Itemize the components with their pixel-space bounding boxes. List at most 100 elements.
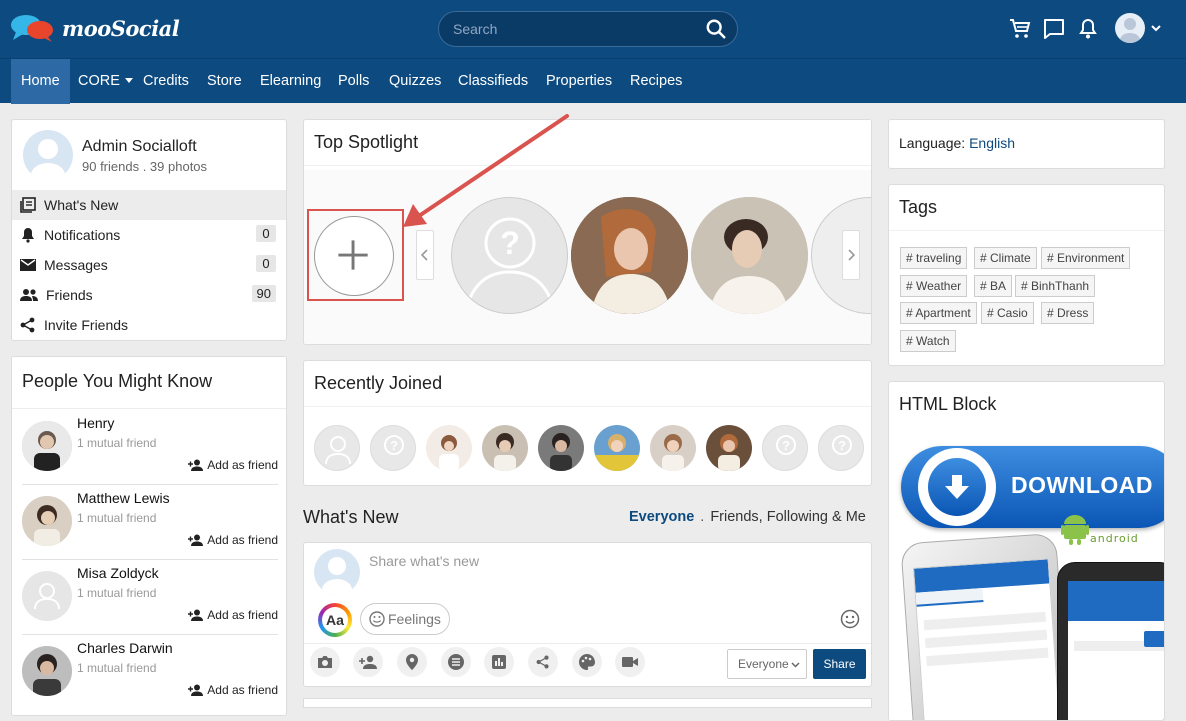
privacy-select[interactable]: Everyone (727, 649, 807, 679)
person-name[interactable]: Matthew Lewis (77, 490, 170, 506)
search-icon[interactable] (705, 18, 727, 40)
person-name[interactable]: Henry (77, 415, 114, 431)
logo[interactable]: mooSocial (10, 13, 180, 43)
camera-button[interactable] (310, 647, 340, 677)
avatar[interactable] (22, 421, 72, 471)
emoji-icon[interactable] (840, 609, 860, 629)
tag-item[interactable]: # Watch (900, 330, 956, 352)
message-icon[interactable] (1042, 17, 1066, 41)
member-avatar[interactable] (426, 425, 472, 471)
member-avatar[interactable]: ? (370, 425, 416, 471)
side-item-notifications[interactable]: Notifications 0 (12, 220, 286, 250)
user-silhouette-icon (1120, 18, 1140, 43)
mutual-friends: 1 mutual friend (77, 436, 157, 450)
avatar[interactable] (22, 646, 72, 696)
nav-elearning[interactable]: Elearning (260, 59, 321, 104)
cart-icon[interactable] (1008, 17, 1032, 41)
language-value[interactable]: English (969, 135, 1015, 151)
tag-item[interactable]: # Dress (1041, 302, 1095, 324)
nav-credits[interactable]: Credits (143, 59, 189, 104)
smiley-icon (369, 611, 385, 627)
nav-store[interactable]: Store (207, 59, 242, 104)
poll-button[interactable] (484, 647, 514, 677)
avatar[interactable] (22, 496, 72, 546)
tag-item[interactable]: # Environment (1041, 247, 1131, 269)
feelings-button[interactable]: Feelings (360, 603, 450, 635)
side-item-invite-friends[interactable]: Invite Friends (12, 310, 286, 340)
chevron-down-icon[interactable] (1150, 22, 1162, 34)
share-link-button[interactable] (528, 647, 558, 677)
download-banner[interactable]: DOWNLOAD (901, 446, 1164, 528)
people-you-might-know-card: People You Might Know Henry 1 mutual fri… (11, 356, 287, 716)
tag-item[interactable]: # Apartment (900, 302, 977, 324)
member-avatar[interactable]: ? (818, 425, 864, 471)
add-friend-button[interactable]: Add as friend (188, 683, 278, 697)
add-friend-button[interactable]: Add as friend (188, 608, 278, 622)
profile-card: Admin Socialloft 90 friends . 39 photos … (11, 119, 287, 341)
tag-item[interactable]: # BinhThanh (1015, 275, 1096, 297)
person-name[interactable]: Charles Darwin (77, 640, 173, 656)
language-label: Language: (899, 135, 966, 151)
member-avatar[interactable] (594, 425, 640, 471)
side-item-messages[interactable]: Messages 0 (12, 250, 286, 280)
location-pin-icon (406, 654, 418, 670)
tag-item[interactable]: # BA (974, 275, 1013, 297)
top-spotlight-card: Top Spotlight ? (303, 119, 872, 345)
nav-recipes[interactable]: Recipes (630, 59, 682, 104)
member-avatar[interactable] (706, 425, 752, 471)
nav-home[interactable]: Home (11, 59, 70, 104)
member-avatar[interactable] (538, 425, 584, 471)
camera-icon (318, 656, 332, 668)
background-button[interactable] (572, 647, 602, 677)
composer-input[interactable]: Share what's new (369, 553, 479, 569)
side-item-friends[interactable]: Friends 90 (12, 280, 286, 310)
tag-item[interactable]: # traveling (900, 247, 968, 269)
location-button[interactable] (397, 647, 427, 677)
download-arrow-icon (945, 475, 969, 499)
filter-friends-following[interactable]: Friends, Following & Me (710, 509, 866, 525)
member-avatar[interactable] (482, 425, 528, 471)
list-button[interactable] (441, 647, 471, 677)
plus-icon (338, 240, 368, 270)
member-avatar[interactable] (650, 425, 696, 471)
spotlight-item[interactable] (691, 197, 808, 314)
android-logo-icon (1061, 515, 1089, 545)
unknown-user-icon: ? (384, 435, 404, 455)
search-input[interactable] (453, 12, 693, 46)
tag-item[interactable]: # Climate (974, 247, 1037, 269)
add-friend-label: Add as friend (207, 458, 278, 472)
nav-classifieds[interactable]: Classifieds (458, 59, 528, 104)
side-item-whats-new[interactable]: What's New (12, 190, 286, 220)
carousel-prev-button[interactable] (416, 230, 434, 280)
person-photo-icon (718, 434, 740, 471)
tag-item[interactable]: # Weather (900, 275, 968, 297)
spotlight-item[interactable] (571, 197, 688, 314)
filter-everyone[interactable]: Everyone (629, 509, 694, 525)
nav-core[interactable]: CORE (78, 59, 134, 104)
member-avatar[interactable]: ? (762, 425, 808, 471)
profile-name[interactable]: Admin Socialloft (82, 138, 197, 156)
bell-icon (22, 228, 34, 243)
caret-down-icon (124, 78, 133, 83)
share-button[interactable]: Share (813, 649, 866, 679)
add-friend-button[interactable]: Add as friend (188, 458, 278, 472)
nav-polls[interactable]: Polls (338, 59, 369, 104)
member-avatar[interactable] (314, 425, 360, 471)
carousel-next-button[interactable] (842, 230, 860, 280)
add-friend-button[interactable]: Add as friend (188, 533, 278, 547)
avatar[interactable] (22, 571, 72, 621)
tag-item[interactable]: # Casio (981, 302, 1034, 324)
video-button[interactable] (615, 647, 645, 677)
tag-friend-button[interactable] (353, 647, 383, 677)
profile-avatar[interactable] (23, 130, 73, 180)
user-avatar[interactable] (1115, 13, 1145, 43)
nav-properties[interactable]: Properties (546, 59, 612, 104)
text-style-button[interactable]: Aa (318, 603, 352, 637)
nav-quizzes[interactable]: Quizzes (389, 59, 441, 104)
download-label: DOWNLOAD (1011, 472, 1153, 498)
add-spotlight-button[interactable] (314, 216, 394, 296)
search-box (438, 11, 738, 47)
bell-icon[interactable] (1076, 17, 1100, 41)
brand-name: mooSocial (62, 15, 180, 41)
person-name[interactable]: Misa Zoldyck (77, 565, 159, 581)
